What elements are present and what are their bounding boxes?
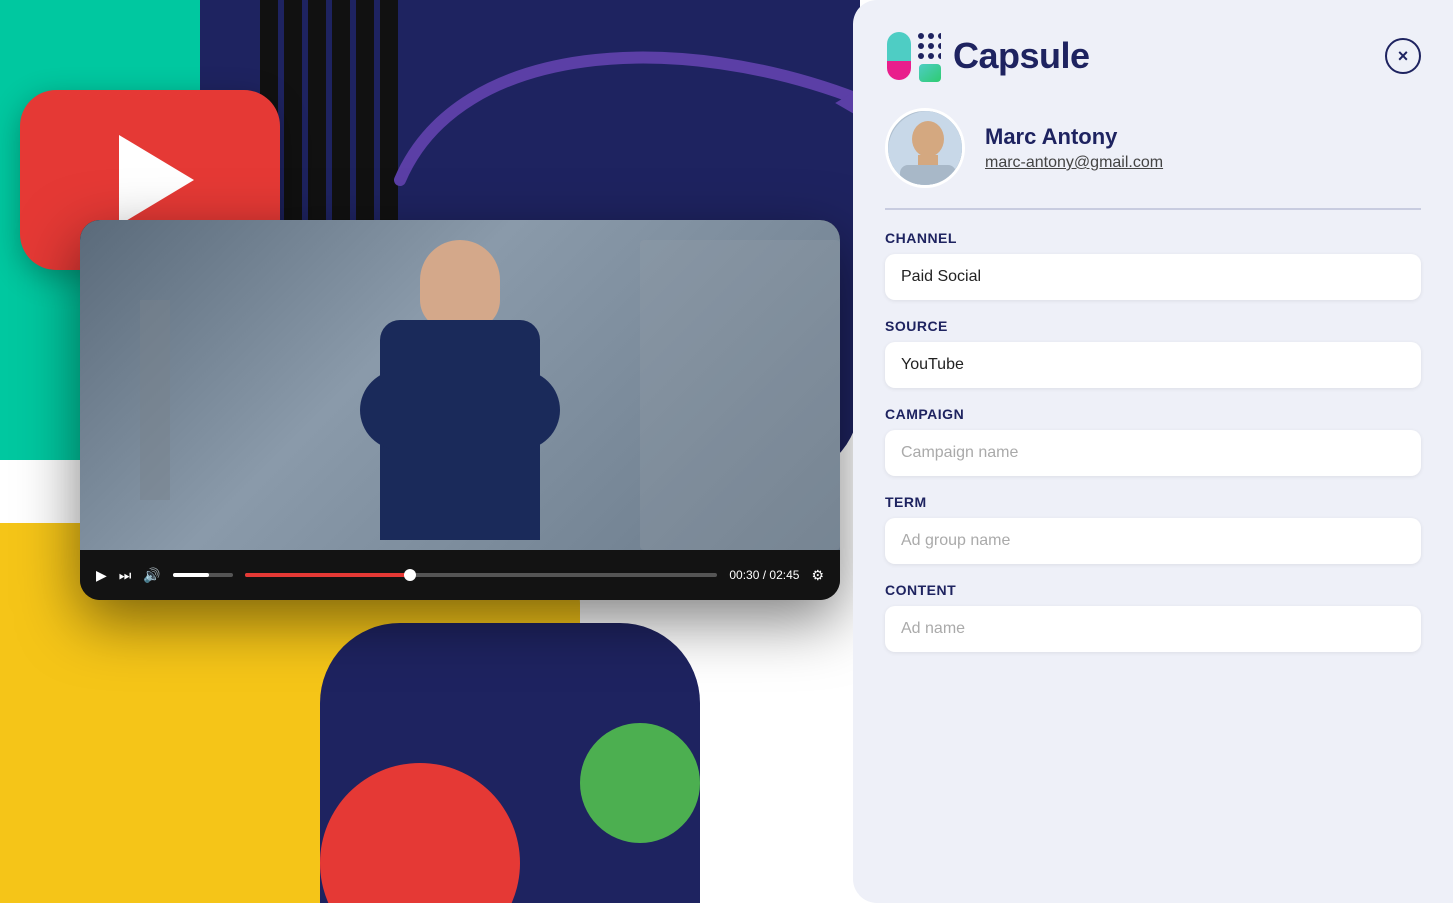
user-section: Marc Antony marc-antony@gmail.com [885, 108, 1421, 210]
capsule-header: Capsule × [885, 28, 1421, 84]
person-head [420, 240, 500, 330]
capsule-logo-area: Capsule [885, 28, 1090, 84]
person-figure [350, 240, 570, 550]
volume-fill [173, 573, 209, 577]
arrow-decoration [380, 20, 860, 220]
video-frame [80, 220, 840, 550]
avatar-image [888, 111, 965, 188]
user-email: marc-antony@gmail.com [985, 154, 1421, 172]
volume-bar[interactable] [173, 573, 233, 577]
channel-field-group: CHANNEL [885, 230, 1421, 300]
volume-icon[interactable]: 🔊 [143, 567, 160, 584]
content-input[interactable] [885, 606, 1421, 652]
channel-label: CHANNEL [885, 230, 1421, 246]
content-label: CONTENT [885, 582, 1421, 598]
progress-thumb [404, 569, 416, 581]
video-controls: ▶ ⏭ 🔊 00:30 / 02:45 ⚙ [80, 550, 840, 600]
term-field-group: TERM [885, 494, 1421, 564]
source-input[interactable] [885, 342, 1421, 388]
term-label: TERM [885, 494, 1421, 510]
source-label: SOURCE [885, 318, 1421, 334]
capsule-panel: Capsule × Marc Antony marc-antony@gmail.… [853, 0, 1453, 903]
user-info: Marc Antony marc-antony@gmail.com [985, 124, 1421, 172]
source-field-group: SOURCE [885, 318, 1421, 388]
campaign-input[interactable] [885, 430, 1421, 476]
time-display: 00:30 / 02:45 [729, 568, 799, 582]
person-arms [360, 370, 560, 450]
campaign-field-group: CAMPAIGN [885, 406, 1421, 476]
left-panel: ▶ ⏭ 🔊 00:30 / 02:45 ⚙ [0, 0, 860, 903]
lamp-decoration [140, 300, 170, 500]
next-button[interactable]: ⏭ [119, 567, 132, 584]
content-field-group: CONTENT [885, 582, 1421, 652]
youtube-play-icon [119, 135, 194, 225]
user-name: Marc Antony [985, 124, 1421, 150]
close-button[interactable]: × [1385, 38, 1421, 74]
term-input[interactable] [885, 518, 1421, 564]
bg-green-circle-shape [580, 723, 700, 843]
video-player[interactable]: ▶ ⏭ 🔊 00:30 / 02:45 ⚙ [80, 220, 840, 600]
settings-icon[interactable]: ⚙ [811, 567, 824, 584]
capsule-logo-icon [885, 28, 941, 84]
app-title: Capsule [953, 35, 1090, 77]
campaign-label: CAMPAIGN [885, 406, 1421, 422]
avatar [885, 108, 965, 188]
progress-bar[interactable] [245, 573, 718, 577]
channel-input[interactable] [885, 254, 1421, 300]
play-button[interactable]: ▶ [96, 567, 107, 584]
progress-fill [245, 573, 410, 577]
shelf-background [640, 240, 840, 550]
